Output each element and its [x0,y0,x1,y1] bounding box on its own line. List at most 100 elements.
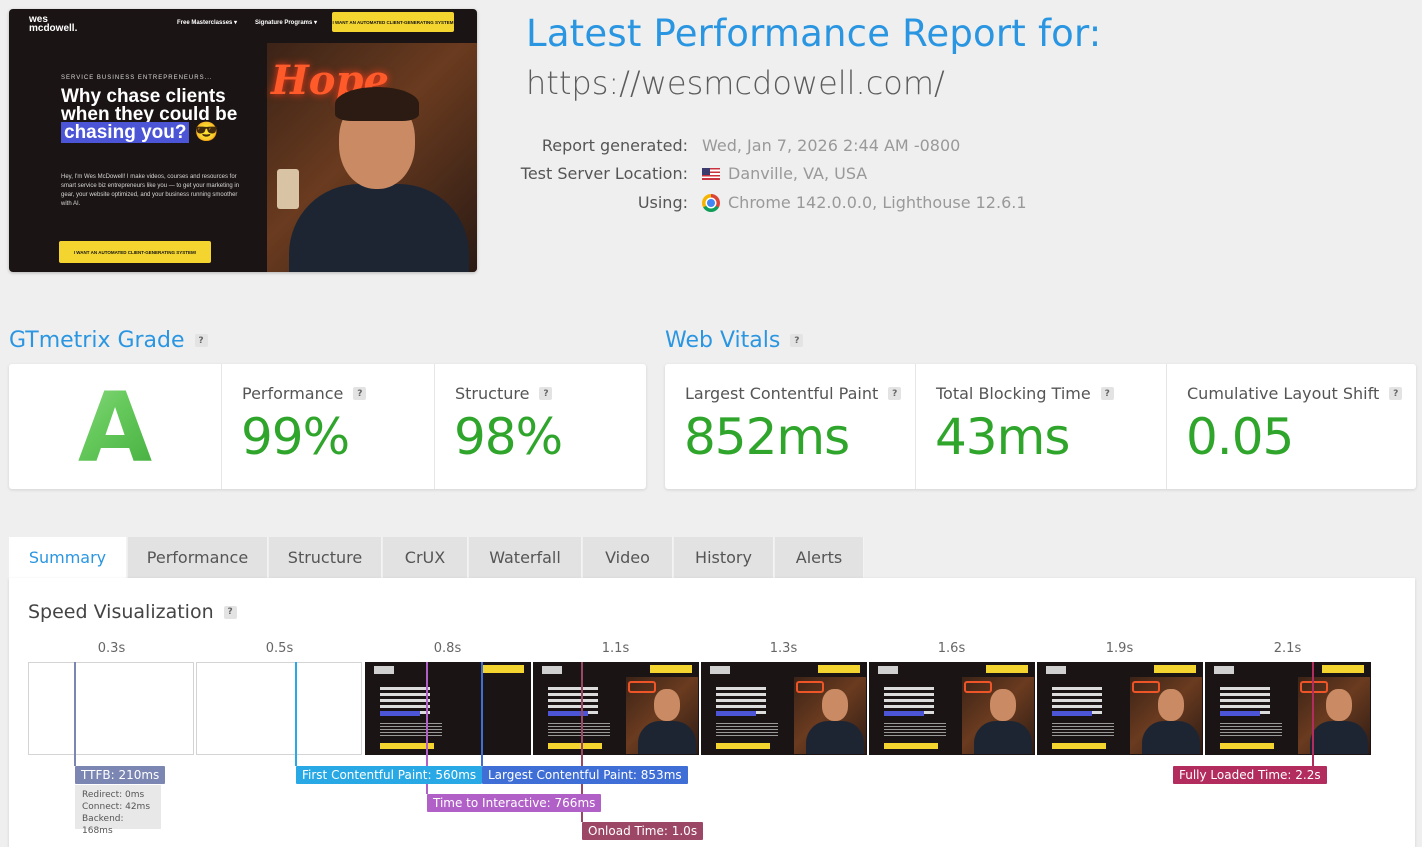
tab-alerts[interactable]: Alerts [775,537,864,578]
lcp-label-wrap: Largest Contentful Paint ? [685,384,902,403]
frame-headline-highlight [716,711,756,716]
frame-body-text [884,723,946,737]
screenshot-nav-masterclasses: Free Masterclasses ▾ [177,20,238,26]
cls-label-wrap: Cumulative Layout Shift ? [1187,384,1403,403]
frame-person-face [822,689,848,721]
frame-time-label: 1.6s [937,641,966,656]
tab-performance[interactable]: Performance [128,537,268,578]
help-icon[interactable]: ? [790,334,804,347]
us-flag-icon [702,167,720,180]
frame-cta [1220,743,1274,749]
frame-neon-sign [964,681,992,693]
frame-top-cta [1322,665,1364,673]
report-generated-value: Wed, Jan 7, 2026 2:44 AM -0800 [702,136,961,155]
tab-history[interactable]: History [674,537,774,578]
chrome-icon [702,193,720,212]
tbt-label-wrap: Total Blocking Time ? [936,384,1114,403]
screenshot-emoji: 😎 [194,122,219,143]
onload-marker[interactable]: Onload Time: 1.0s [582,822,704,840]
frame-cta [548,743,602,749]
server-location-label: Test Server Location: [520,164,688,183]
ttfb-connect: Connect: 42ms [82,802,151,812]
fcp-marker[interactable]: First Contentful Paint: 560ms [296,766,483,784]
screenshot-coffee-mug [277,169,299,209]
frame-body-text [548,723,610,737]
help-icon[interactable]: ? [194,334,208,347]
help-icon[interactable]: ? [1389,387,1403,400]
using-row: Using: Chrome 142.0.0.0, Lighthouse 12.6… [498,193,1027,212]
performance-value: 99% [241,408,350,466]
speed-visualization-title: Speed Visualization ? [28,601,237,623]
grade-cell: A [9,364,221,489]
tab-video[interactable]: Video [583,537,673,578]
screenshot-headline: Why chase clients when they could be cha… [61,87,261,143]
report-generated-row: Report generated: Wed, Jan 7, 2026 2:44 … [498,136,960,155]
filmstrip-frame-loaded[interactable] [365,662,531,755]
grade-letter: A [9,372,221,484]
frame-time-label: 0.8s [433,641,462,656]
web-vitals-title: Web Vitals ? [665,328,804,353]
tab-summary[interactable]: Summary [9,537,127,578]
gtmetrix-grade-title: GTmetrix Grade ? [9,328,208,353]
frame-person-body [974,721,1032,754]
report-generated-label: Report generated: [541,136,688,155]
frame-logo [710,666,730,674]
help-icon[interactable]: ? [353,387,367,400]
tti-marker[interactable]: Time to Interactive: 766ms [427,794,602,812]
structure-cell: Structure ? 98% [434,364,646,489]
frame-cta [884,743,938,749]
using-label: Using: [637,193,688,212]
frame-body-text [1220,723,1282,737]
screenshot-eyebrow: SERVICE BUSINESS ENTREPRENEURS... [61,75,213,81]
frame-headline-highlight [1052,711,1092,716]
help-icon[interactable]: ? [223,605,237,619]
ttfb-marker[interactable]: TTFB: 210ms [75,766,166,784]
fully-loaded-line [1312,662,1314,766]
web-vitals-card: Largest Contentful Paint ? 852ms Total B… [665,364,1416,489]
tbt-label: Total Blocking Time [936,384,1091,403]
frame-headline-highlight [380,711,420,716]
frame-logo [878,666,898,674]
report-title: Latest Performance Report for: [526,12,1102,55]
filmstrip-frame-loaded[interactable] [1037,662,1203,755]
frame-neon-sign [1300,681,1328,693]
tab-structure[interactable]: Structure [269,537,382,578]
filmstrip-frame-blank[interactable] [28,662,194,755]
frame-headline-highlight [884,711,924,716]
server-location-row: Test Server Location: Danville, VA, USA [498,164,867,183]
frame-cta [1052,743,1106,749]
lcp-cell: Largest Contentful Paint ? 852ms [665,364,915,489]
filmstrip-frame-blank[interactable] [196,662,362,755]
frame-time-label: 1.3s [769,641,798,656]
frame-body-text [716,723,778,737]
frame-neon-sign [628,681,656,693]
filmstrip-frame-loaded[interactable] [1205,662,1371,755]
ttfb-backend: Backend: 168ms [82,814,124,836]
frame-person-body [1142,721,1200,754]
screenshot-logo: wes mcdowell. [29,14,78,34]
help-icon[interactable]: ? [888,387,902,400]
lcp-value: 852ms [684,408,850,466]
tbt-cell: Total Blocking Time ? 43ms [915,364,1166,489]
frame-person-face [1326,689,1352,721]
report-url[interactable]: https://wesmcdowell.com/ [526,64,945,102]
fully-loaded-marker[interactable]: Fully Loaded Time: 2.2s [1173,766,1327,784]
lcp-marker[interactable]: Largest Contentful Paint: 853ms [482,766,688,784]
help-icon[interactable]: ? [539,387,553,400]
gtmetrix-grade-card: A Performance ? 99% Structure ? 98% [9,364,646,489]
structure-label-wrap: Structure ? [455,384,553,403]
tab-waterfall[interactable]: Waterfall [469,537,582,578]
filmstrip-frame-loaded[interactable] [701,662,867,755]
frame-body-text [1052,723,1114,737]
speed-visualization-title-text: Speed Visualization [28,601,214,623]
frame-person-body [1310,721,1368,754]
tab-crux[interactable]: CrUX [383,537,468,578]
help-icon[interactable]: ? [1100,387,1114,400]
frame-time-label: 0.5s [265,641,294,656]
filmstrip-frame-loaded[interactable] [869,662,1035,755]
ttfb-redirect: Redirect: 0ms [82,790,145,800]
filmstrip-frame-loaded[interactable] [533,662,699,755]
ttfb-detail: Redirect: 0ms Connect: 42ms Backend: 168… [75,785,161,836]
frame-time-label: 1.1s [601,641,630,656]
frame-logo [542,666,562,674]
